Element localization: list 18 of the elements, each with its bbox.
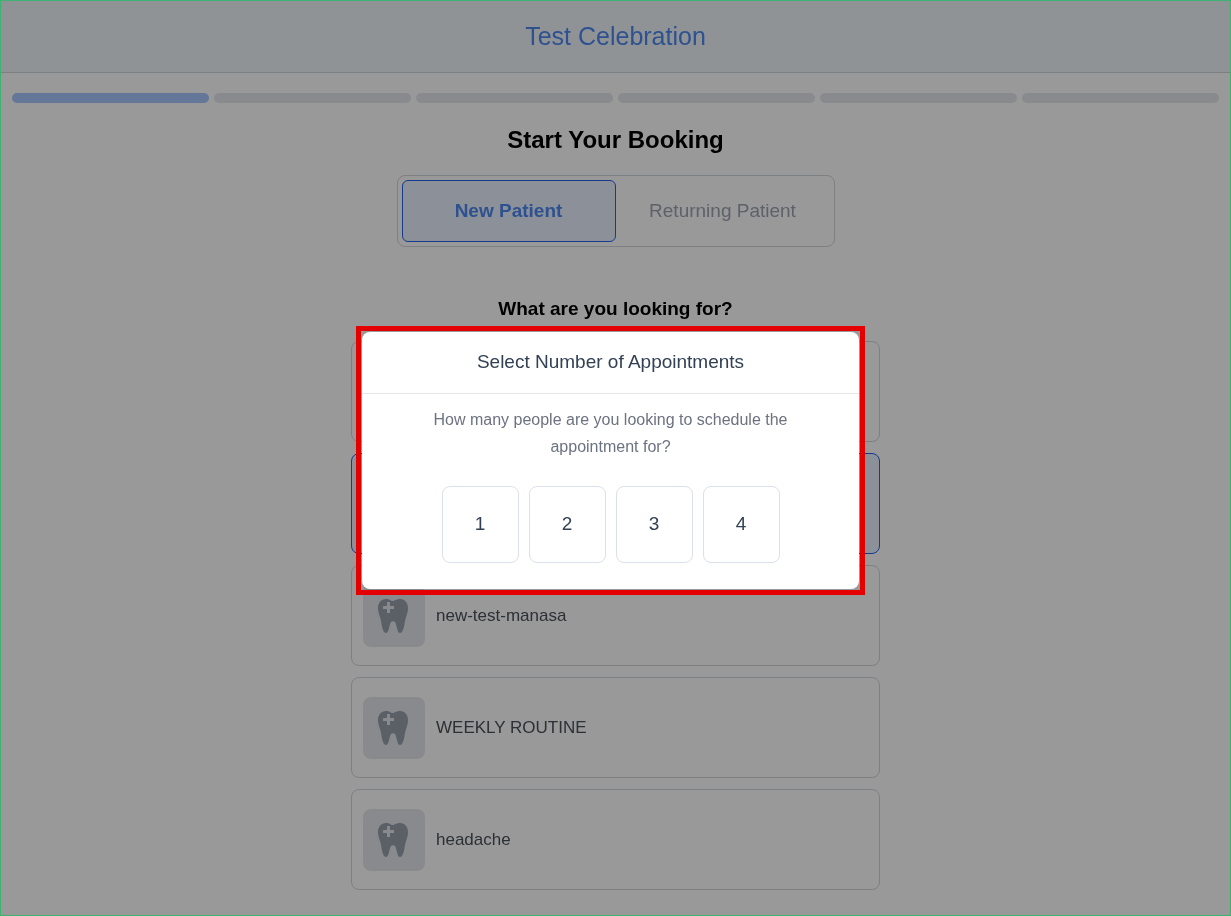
- page-title: Test Celebration: [525, 20, 706, 52]
- modal-message: How many people are you looking to schedule the appointment for?: [432, 410, 789, 457]
- modal-title: Select Number of Appointments: [476, 350, 745, 375]
- tooth-icon: [378, 598, 410, 633]
- page-heading: Start Your Booking: [507, 125, 724, 155]
- question-text: What are you looking for?: [498, 297, 733, 321]
- tooth-icon: [378, 822, 410, 857]
- count-option[interactable]: 1: [441, 486, 519, 563]
- service-name: headache: [436, 828, 511, 851]
- count-option[interactable]: 3: [615, 486, 693, 563]
- patient-type-tab[interactable]: New Patient: [401, 180, 616, 242]
- count-option[interactable]: 2: [528, 486, 606, 563]
- service-card[interactable]: headache: [351, 789, 880, 890]
- service-card[interactable]: WEEKLY ROUTINE: [351, 677, 880, 778]
- tooth-icon: [378, 710, 410, 745]
- count-option[interactable]: 4: [702, 486, 780, 563]
- service-name: WEEKLY ROUTINE: [436, 716, 587, 739]
- service-name: new-test-manasa: [436, 604, 567, 627]
